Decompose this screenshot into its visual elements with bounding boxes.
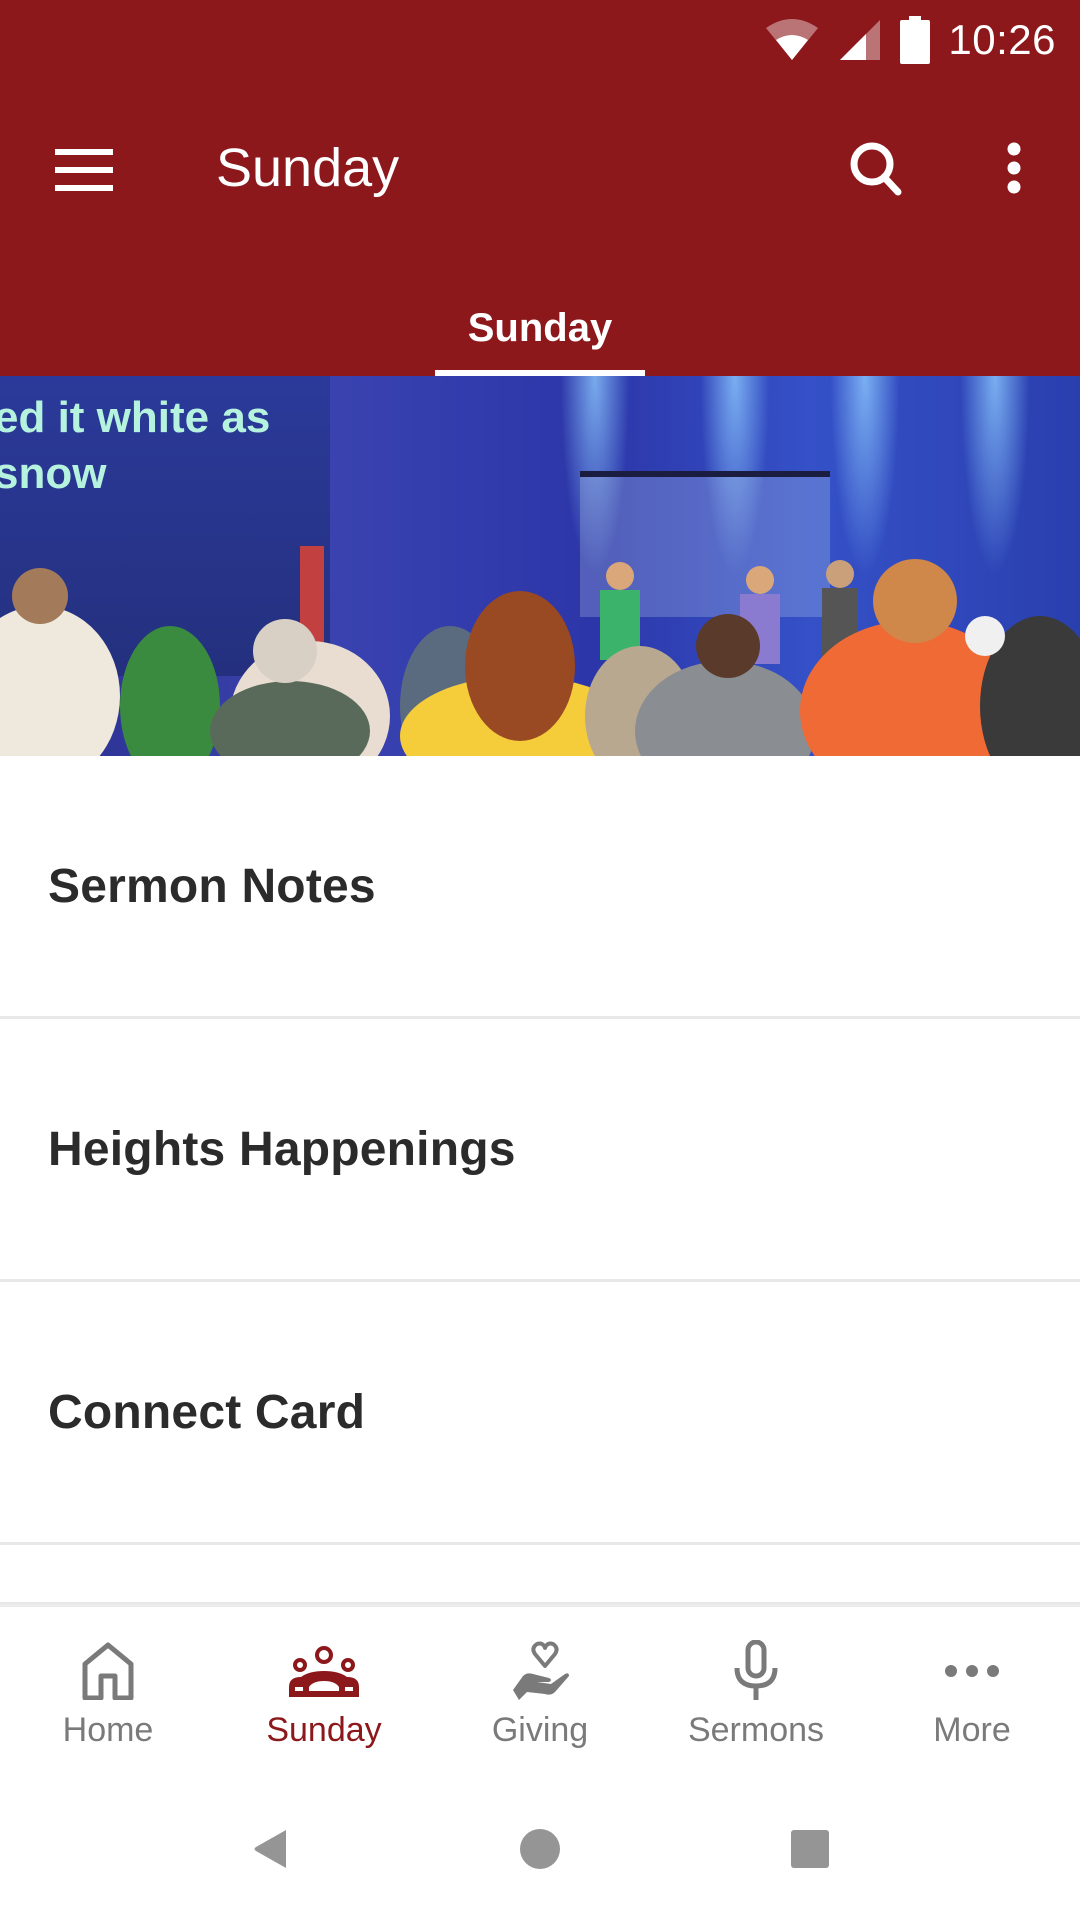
list-item-heights-happenings[interactable]: Heights Happenings	[0, 1019, 1080, 1282]
hamburger-menu-icon	[55, 149, 113, 191]
search-button[interactable]	[832, 124, 920, 212]
people-group-icon	[289, 1646, 359, 1697]
system-back-button[interactable]	[225, 1804, 315, 1894]
lyrics-line: snow	[0, 449, 107, 498]
system-home-button[interactable]	[495, 1804, 585, 1894]
microphone-icon	[734, 1640, 778, 1700]
battery-icon	[900, 16, 931, 64]
list-item-label: Connect Card	[48, 1385, 366, 1439]
banner-image: ed it white as snow	[0, 376, 1080, 756]
tab-label: Sunday	[467, 306, 613, 350]
cell-signal-icon	[840, 20, 881, 60]
more-vertical-icon	[1007, 142, 1021, 194]
tab-sunday[interactable]: Sunday	[435, 276, 645, 376]
lyrics-line: ed it white as	[0, 393, 271, 442]
nav-giving[interactable]: Giving	[432, 1607, 648, 1777]
back-triangle-icon	[254, 1830, 286, 1868]
search-icon	[850, 142, 902, 196]
more-horizontal-icon	[945, 1665, 999, 1677]
nav-sermons[interactable]: Sermons	[648, 1607, 864, 1777]
system-recents-button[interactable]	[765, 1804, 855, 1894]
nav-label: More	[933, 1711, 1011, 1749]
list-item-partial[interactable]	[0, 1545, 1080, 1605]
nav-label: Giving	[491, 1711, 589, 1749]
recents-square-icon	[791, 1830, 829, 1868]
list-item-connect-card[interactable]: Connect Card	[0, 1282, 1080, 1545]
app-bar: Sunday Sunday	[0, 76, 1080, 376]
page-title: Sunday	[216, 138, 400, 198]
clock: 10:26	[948, 16, 1056, 63]
content-list: Sermon Notes Heights Happenings Connect …	[0, 756, 1080, 1605]
overflow-menu-button[interactable]	[970, 124, 1058, 212]
hand-heart-icon	[513, 1641, 569, 1700]
home-icon	[82, 1642, 134, 1700]
system-navigation-bar	[0, 1774, 1080, 1920]
nav-home[interactable]: Home	[0, 1607, 216, 1777]
crowd-silhouette	[0, 546, 1080, 756]
nav-label: Sermons	[687, 1711, 825, 1749]
bottom-navigation: Home Sunday Giving Sermons More	[0, 1604, 1080, 1777]
status-bar: 10:26	[0, 0, 1080, 76]
list-item-label: Sermon Notes	[48, 859, 376, 913]
lyrics-text: ed it white as snow	[0, 390, 270, 502]
home-circle-icon	[520, 1829, 560, 1869]
menu-button[interactable]	[40, 126, 128, 214]
nav-sunday[interactable]: Sunday	[216, 1607, 432, 1777]
list-item-label: Heights Happenings	[48, 1122, 516, 1176]
nav-label: Home	[62, 1711, 154, 1749]
list-item-sermon-notes[interactable]: Sermon Notes	[0, 756, 1080, 1019]
nav-label: Sunday	[266, 1711, 382, 1749]
nav-more[interactable]: More	[864, 1607, 1080, 1777]
wifi-icon	[766, 19, 819, 60]
